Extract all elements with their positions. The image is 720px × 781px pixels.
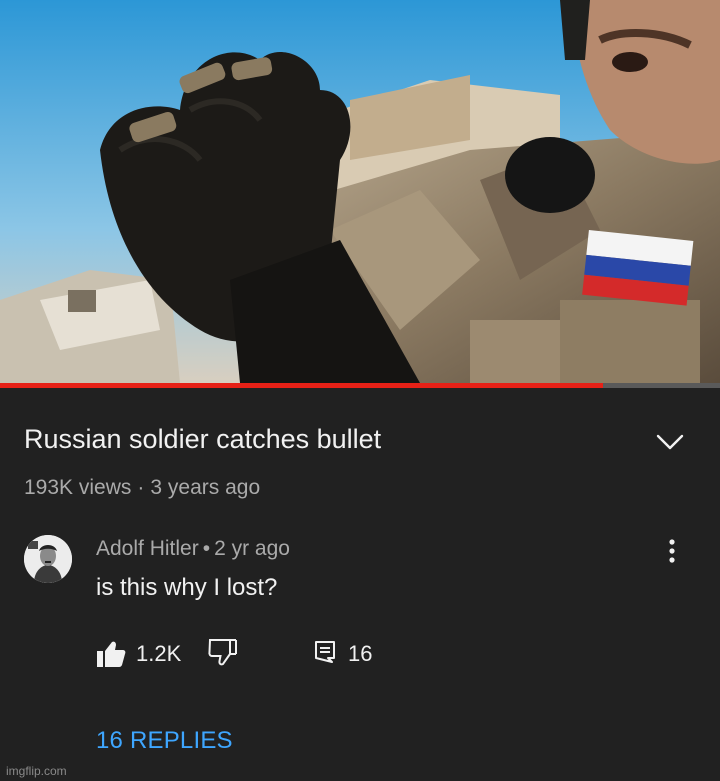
- avatar-image: [24, 535, 72, 583]
- upload-age: 3 years ago: [150, 476, 261, 499]
- comment-icon[interactable]: [314, 640, 336, 664]
- video-title: Russian soldier catches bullet: [24, 424, 382, 454]
- view-replies-button[interactable]: 16 REPLIES: [96, 726, 233, 756]
- more-vertical-icon[interactable]: [660, 536, 684, 568]
- comment-timestamp[interactable]: 2 yr ago: [214, 537, 290, 560]
- watermark: imgflip.com: [6, 764, 67, 778]
- thumb-up-icon[interactable]: [96, 640, 126, 668]
- like-count: 1.2K: [136, 641, 182, 666]
- avatar[interactable]: [24, 535, 72, 583]
- video-frame-image: [0, 0, 720, 383]
- comment-body: is this why I lost?: [96, 574, 278, 601]
- view-count: 193K views: [24, 476, 132, 499]
- video-player[interactable]: [0, 0, 720, 383]
- video-meta: 193K views · 3 years ago: [24, 474, 260, 502]
- video-progress-fill: [0, 383, 604, 388]
- comment-header: Adolf Hitler • 2 yr ago: [96, 535, 290, 563]
- comment-author[interactable]: Adolf Hitler: [96, 537, 199, 560]
- thumb-down-icon[interactable]: [208, 638, 238, 666]
- reply-count: 16: [348, 641, 373, 666]
- meta-separator: ·: [137, 476, 145, 499]
- header-separator: •: [202, 537, 211, 560]
- chevron-down-icon[interactable]: [652, 428, 688, 456]
- video-progress-bar[interactable]: [0, 383, 720, 388]
